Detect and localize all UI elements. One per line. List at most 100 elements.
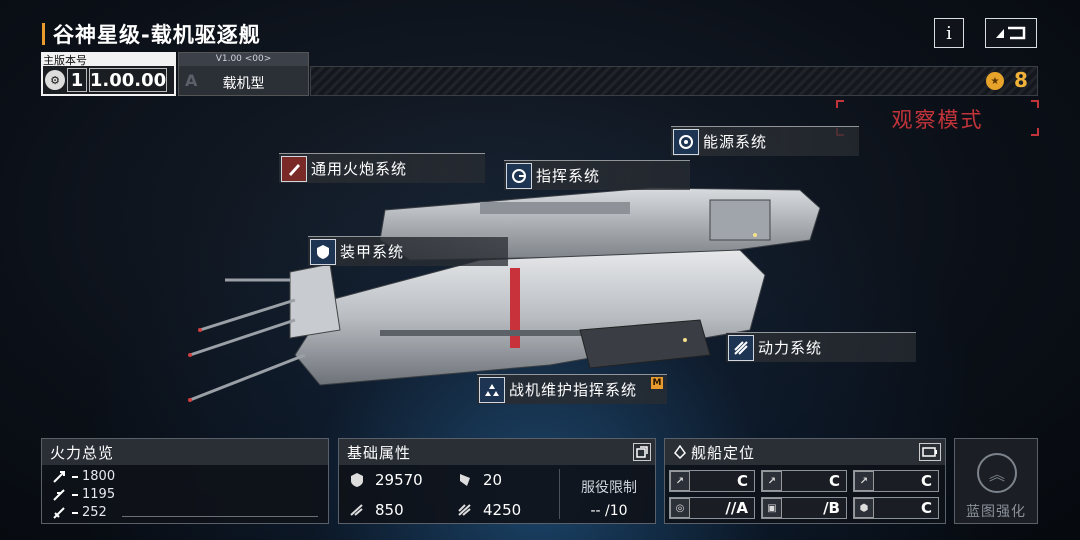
armor-stat-icon xyxy=(460,474,470,486)
firepower-axis xyxy=(122,516,318,517)
system-label: 指挥系统 xyxy=(536,167,601,185)
title-bar: 谷神星级-载机驱逐舰 xyxy=(42,20,261,48)
version-index: 1 xyxy=(67,68,87,92)
stat-speed-value: 850 xyxy=(375,501,404,519)
variant-version: V1.00 <00> xyxy=(179,53,308,66)
system-energy[interactable]: 能源系统 xyxy=(671,126,859,156)
stat-armor: 20 xyxy=(457,471,502,489)
firepower-value: 1195 xyxy=(82,487,116,502)
cannon-icon xyxy=(281,155,307,182)
role-grade: //A xyxy=(725,499,748,517)
base-stats-title: 基础属性 xyxy=(339,439,655,465)
positioning-title: 舰船定位 xyxy=(691,443,756,462)
system-propulsion[interactable]: 动力系统 xyxy=(726,332,916,362)
system-label: 装甲系统 xyxy=(340,243,405,261)
propulsion-icon xyxy=(728,334,754,361)
module-badge: M xyxy=(651,377,663,389)
page-title: 谷神星级-载机驱逐舰 xyxy=(53,23,261,47)
value-marker xyxy=(72,511,78,514)
system-cannon[interactable]: 通用火炮系统 xyxy=(279,153,485,183)
header-stripe-bar xyxy=(310,66,1038,96)
blueprint-enhance-label: 蓝图强化 xyxy=(966,504,1026,520)
variant-type: 载机型 xyxy=(222,76,265,92)
command-icon xyxy=(506,162,532,189)
shield-icon xyxy=(351,473,363,487)
role-filter-button[interactable] xyxy=(919,443,941,461)
siege-icon xyxy=(53,506,65,519)
system-label: 能源系统 xyxy=(703,133,768,151)
siege-role-icon: ↗ xyxy=(854,471,874,491)
firepower-row: 252 xyxy=(52,505,107,520)
value-marker xyxy=(72,475,78,478)
role-cell[interactable]: ↗ C xyxy=(853,470,939,492)
info-icon: i xyxy=(946,22,952,44)
expand-icon xyxy=(636,446,648,458)
observe-mode-label: 观察模式 xyxy=(891,108,984,132)
ship-role-icon xyxy=(674,445,686,459)
firepower-row: 1800 xyxy=(52,469,115,484)
system-hangar[interactable]: 战机维护指挥系统 M xyxy=(477,374,667,404)
energy-icon xyxy=(673,128,699,155)
anti-ship-icon xyxy=(53,470,65,483)
firepower-value: 252 xyxy=(82,505,107,520)
role-cell[interactable]: ↗ C xyxy=(669,470,755,492)
role-cell[interactable]: ▣ /B xyxy=(761,497,847,519)
hangar-icon xyxy=(479,376,505,403)
chevron-up-icon: ︽ xyxy=(977,453,1017,493)
filter-icon xyxy=(922,447,937,457)
coin-icon: ★ xyxy=(986,72,1004,90)
system-label: 通用火炮系统 xyxy=(311,160,408,178)
stat-hp-value: 29570 xyxy=(375,471,423,489)
firepower-value: 1800 xyxy=(82,469,116,484)
value-marker xyxy=(72,493,78,496)
system-label: 战机维护指挥系统 xyxy=(509,381,638,399)
stat-hp: 29570 xyxy=(349,471,423,489)
divider xyxy=(559,469,560,519)
utility-role-icon: ⬢ xyxy=(854,498,874,518)
stat-warp-value: 4250 xyxy=(483,501,522,519)
stat-speed: 850 xyxy=(349,501,404,519)
info-button[interactable]: i xyxy=(934,18,964,48)
stat-armor-value: 20 xyxy=(483,471,503,489)
firepower-title: 火力总览 xyxy=(42,439,328,465)
system-command[interactable]: 指挥系统 xyxy=(504,160,690,190)
base-stats-panel: 基础属性 29570 20 850 4250 服役限制 -- /10 xyxy=(338,438,656,524)
positioning-header: 舰船定位 xyxy=(665,439,945,465)
expand-button[interactable] xyxy=(633,443,651,461)
role-grade: C xyxy=(920,499,932,517)
stat-warp: 4250 xyxy=(457,501,521,519)
anti-ship-role-icon: ↗ xyxy=(670,471,690,491)
anti-air-icon xyxy=(53,488,65,501)
role-cell[interactable]: ◎ //A xyxy=(669,497,755,519)
role-cell[interactable]: ⬢ C xyxy=(853,497,939,519)
role-grade: C xyxy=(828,472,840,490)
version-inner: ⚙ 1 1.00.00 xyxy=(43,66,174,94)
variant-block[interactable]: V1.00 <00> A 载机型 xyxy=(178,52,309,96)
firepower-panel: 火力总览 1800 1195 252 xyxy=(41,438,329,524)
back-arrow-icon xyxy=(996,26,1026,40)
title-accent-bar xyxy=(42,23,45,45)
warp-icon xyxy=(458,504,471,516)
speed-icon xyxy=(350,504,363,516)
firepower-row: 1195 xyxy=(52,487,115,502)
support-role-icon: ◎ xyxy=(670,498,690,518)
currency-value: 8 xyxy=(1014,68,1028,92)
anti-air-role-icon: ↗ xyxy=(762,471,782,491)
role-grade: C xyxy=(736,472,748,490)
version-gear-icon: ⚙ xyxy=(45,70,65,90)
role-grade: C xyxy=(920,472,932,490)
defense-role-icon: ▣ xyxy=(762,498,782,518)
positioning-panel: 舰船定位 ↗ C ↗ C ↗ C ◎ //A ▣ /B ⬢ C xyxy=(664,438,946,524)
system-label: 动力系统 xyxy=(758,339,823,357)
observe-mode-button[interactable]: 观察模式 xyxy=(836,100,1039,136)
system-armor[interactable]: 装甲系统 xyxy=(308,236,508,266)
role-cell[interactable]: ↗ C xyxy=(761,470,847,492)
version-number: 1.00.00 xyxy=(89,68,167,92)
role-grade: /B xyxy=(823,499,840,517)
service-limit-label: 服役限制 xyxy=(581,480,637,496)
armor-icon xyxy=(310,238,336,265)
main-version-block: 主版本号 ⚙ 1 1.00.00 xyxy=(41,52,176,96)
back-button[interactable] xyxy=(985,18,1037,48)
blueprint-enhance-button[interactable]: ︽ 蓝图强化 xyxy=(954,438,1038,524)
service-limit-value: -- /10 xyxy=(590,503,628,519)
